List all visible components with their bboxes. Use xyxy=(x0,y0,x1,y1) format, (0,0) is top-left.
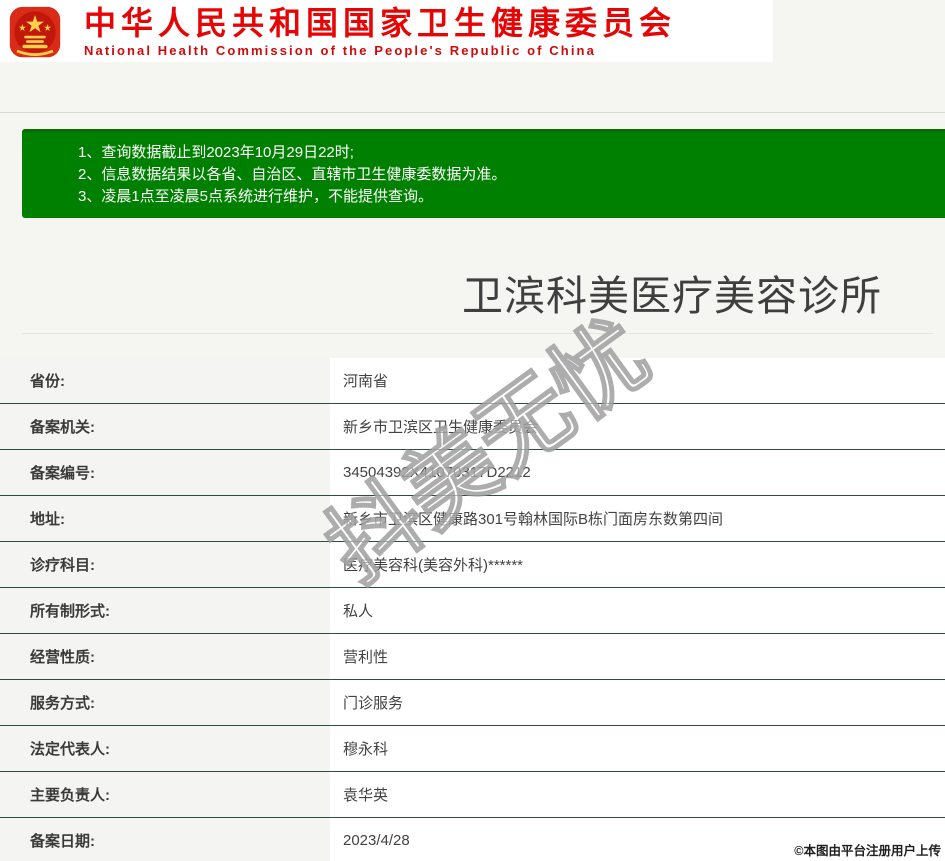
record-table: 省份: 河南省 备案机关: 新乡市卫滨区卫生健康委员会 备案编号: 34504392X41… xyxy=(0,358,945,861)
field-label: 省份: xyxy=(0,358,330,403)
field-label: 备案编号: xyxy=(0,450,330,495)
field-value: 河南省 xyxy=(330,358,945,403)
field-value: 袁华英 xyxy=(330,772,945,817)
table-row: 地址: 新乡市卫滨区健康路301号翰林国际B栋门面房东数第四间 xyxy=(0,496,945,542)
field-label: 地址: xyxy=(0,496,330,541)
field-label: 诊疗科目: xyxy=(0,542,330,587)
image-credit: ©本图由平台注册用户上传 xyxy=(794,844,941,858)
table-row: 诊疗科目: 医疗美容科(美容外科)****** xyxy=(0,542,945,588)
field-value: 新乡市卫滨区卫生健康委员会 xyxy=(330,404,945,449)
national-emblem-icon xyxy=(9,6,61,58)
table-row: 主要负责人: 袁华英 xyxy=(0,772,945,818)
table-row: 法定代表人: 穆永科 xyxy=(0,726,945,772)
header-divider xyxy=(0,112,945,113)
field-value: 营利性 xyxy=(330,634,945,679)
field-label: 备案机关: xyxy=(0,404,330,449)
notice-line: 1、查询数据截止到2023年10月29日22时; xyxy=(78,144,354,161)
notice-box: 1、查询数据截止到2023年10月29日22时; 2、信息数据结果以各省、自治区、… xyxy=(22,129,945,218)
table-top-divider xyxy=(22,333,933,334)
field-label: 经营性质: xyxy=(0,634,330,679)
facility-name-title: 卫滨科美医疗美容诊所 xyxy=(462,273,882,319)
field-label: 主要负责人: xyxy=(0,772,330,817)
field-label: 法定代表人: xyxy=(0,726,330,771)
field-value: 门诊服务 xyxy=(330,680,945,725)
field-value: 新乡市卫滨区健康路301号翰林国际B栋门面房东数第四间 xyxy=(330,496,945,541)
site-title: 中华人民共和国国家卫生健康委员会 xyxy=(84,4,677,41)
header-text: 中华人民共和国国家卫生健康委员会 National Health Commiss… xyxy=(84,5,676,58)
table-row: 服务方式: 门诊服务 xyxy=(0,680,945,726)
table-row: 备案机关: 新乡市卫滨区卫生健康委员会 xyxy=(0,404,945,450)
field-label: 服务方式: xyxy=(0,680,330,725)
notice-line: 2、信息数据结果以各省、自治区、直辖市卫生健康委数据为准。 xyxy=(78,166,507,183)
field-value: 私人 xyxy=(330,588,945,633)
site-subtitle: National Health Commission of the People… xyxy=(84,42,596,58)
site-header: 中华人民共和国国家卫生健康委员会 National Health Commiss… xyxy=(0,0,773,62)
table-row: 省份: 河南省 xyxy=(0,358,945,404)
field-value: 34504392X41070317D2212 xyxy=(330,450,945,495)
table-row: 备案编号: 34504392X41070317D2212 xyxy=(0,450,945,496)
notice-line: 3、凌晨1点至凌晨5点系统进行维护，不能提供查询。 xyxy=(78,188,434,205)
field-label: 所有制形式: xyxy=(0,588,330,633)
field-label: 备案日期: xyxy=(0,818,330,861)
table-row: 经营性质: 营利性 xyxy=(0,634,945,680)
table-row: 所有制形式: 私人 xyxy=(0,588,945,634)
field-value: 穆永科 xyxy=(330,726,945,771)
field-value: 医疗美容科(美容外科)****** xyxy=(330,542,945,587)
page: 中华人民共和国国家卫生健康委员会 National Health Commiss… xyxy=(0,0,945,861)
